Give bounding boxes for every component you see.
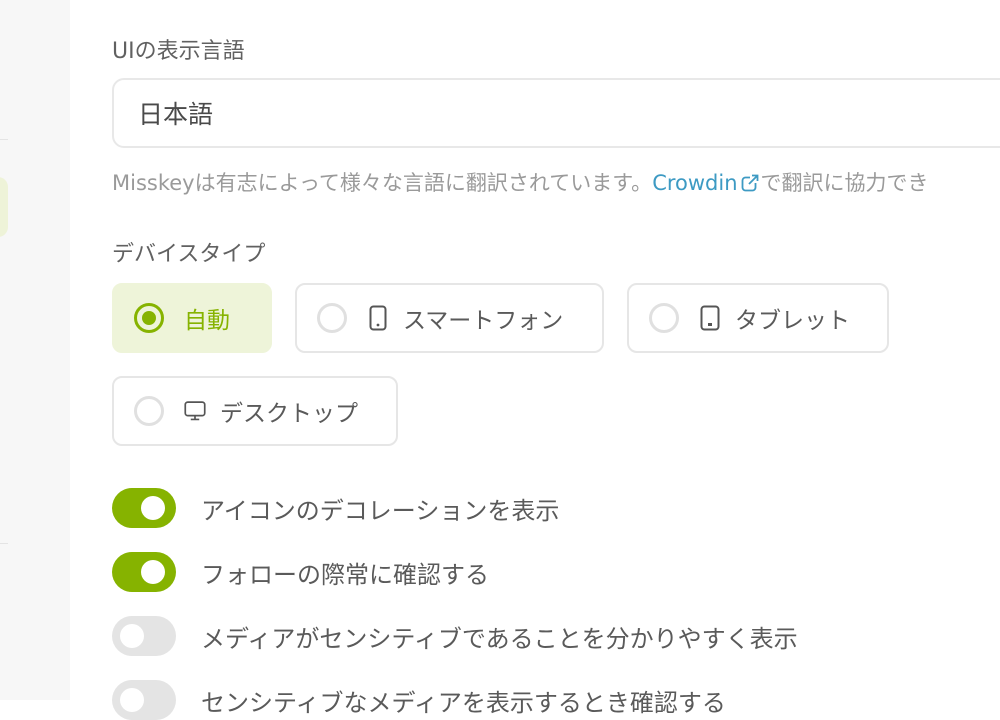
sidebar-divider <box>0 139 8 140</box>
toggle-label: フォローの際常に確認する <box>201 560 489 589</box>
caption-text: Misskeyは有志によって様々な言語に翻訳されています。 <box>112 171 653 195</box>
toggle-avatar-decorations[interactable]: アイコンのデコレーションを表示 <box>112 488 559 528</box>
device-type-label: デバイスタイプ <box>112 242 266 267</box>
smartphone-icon <box>367 305 389 331</box>
device-type-desktop[interactable]: デスクトップ <box>112 376 398 446</box>
settings-main: UIの表示言語 日本語 Misskeyは有志によって様々な言語に翻訳されています… <box>112 0 1000 720</box>
toggle-label: メディアがセンシティブであることを分かりやすく表示 <box>201 624 798 653</box>
tablet-icon <box>699 305 721 331</box>
language-label: UIの表示言語 <box>112 39 245 64</box>
toggle-switch[interactable] <box>112 680 176 720</box>
toggle-label: アイコンのデコレーションを表示 <box>201 496 560 525</box>
toggle-switch[interactable] <box>112 552 176 592</box>
device-type-tablet[interactable]: タブレット <box>627 283 889 353</box>
toggle-switch[interactable] <box>112 488 176 528</box>
radio-indicator <box>134 303 164 333</box>
radio-indicator <box>317 303 347 333</box>
toggle-follow-confirm[interactable]: フォローの際常に確認する <box>112 552 489 592</box>
radio-label: デスクトップ <box>220 401 358 427</box>
toggle-confirm-sensitive[interactable]: センシティブなメディアを表示するとき確認する <box>112 680 726 720</box>
toggle-highlight-sensitive[interactable]: メディアがセンシティブであることを分かりやすく表示 <box>112 616 798 656</box>
sidebar-divider <box>0 543 8 544</box>
radio-label: タブレット <box>735 308 850 334</box>
toggle-switch[interactable] <box>112 616 176 656</box>
sidebar <box>0 0 70 700</box>
toggle-label: センシティブなメディアを表示するとき確認する <box>201 688 726 717</box>
language-select-value: 日本語 <box>138 100 214 129</box>
language-caption: Misskeyは有志によって様々な言語に翻訳されています。Crowdin で翻訳に… <box>112 167 929 197</box>
sidebar-active-item[interactable] <box>0 177 8 237</box>
radio-indicator <box>649 303 679 333</box>
crowdin-link[interactable]: Crowdin <box>652 171 760 195</box>
radio-label: スマートフォン <box>403 308 564 334</box>
radio-indicator <box>134 396 164 426</box>
external-link-icon <box>741 173 759 197</box>
device-type-auto[interactable]: 自動 <box>112 283 272 353</box>
device-type-smartphone[interactable]: スマートフォン <box>295 283 604 353</box>
radio-label: 自動 <box>184 308 230 334</box>
desktop-icon <box>184 398 206 424</box>
caption-text-suffix: で翻訳に協力でき <box>760 171 929 195</box>
language-select[interactable]: 日本語 <box>112 78 1000 148</box>
